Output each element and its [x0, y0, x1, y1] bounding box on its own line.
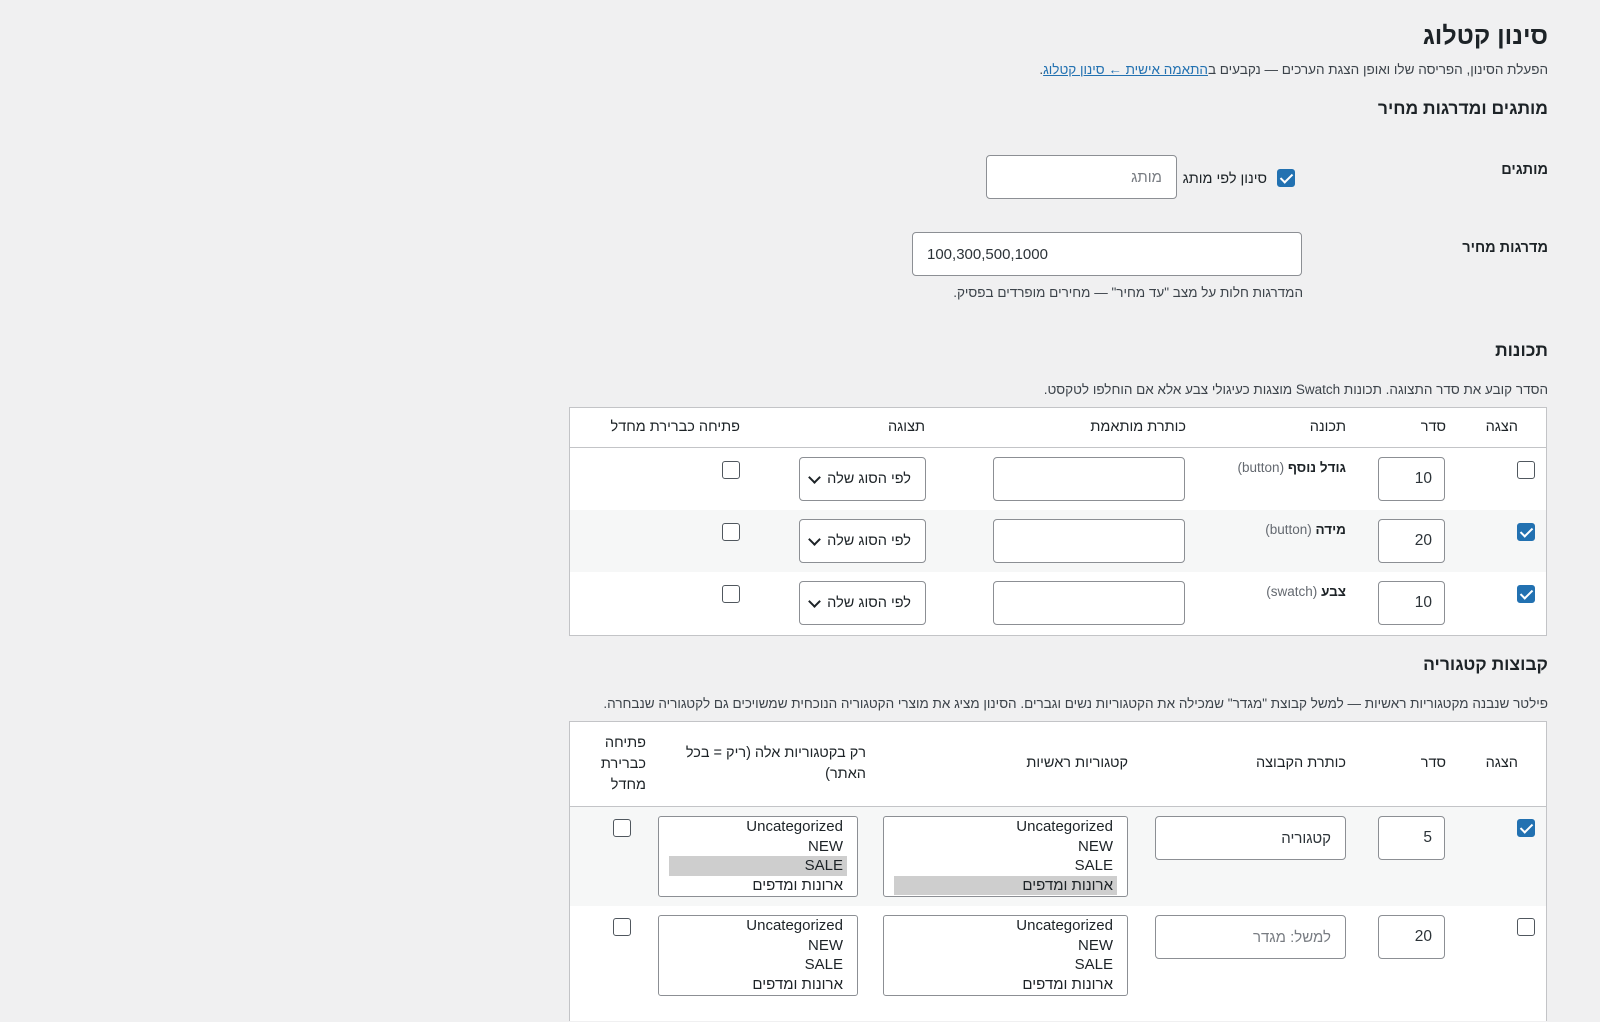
- price-steps-help: המדרגות חלות על מצב "עד מחיר" — מחירים מ…: [953, 285, 1303, 300]
- listbox-option[interactable]: NEW: [894, 936, 1117, 956]
- attribute-name: מידה (button): [1265, 522, 1346, 537]
- col-open-default: פתיחה כברירת מחדל: [600, 735, 646, 793]
- chevron-down-icon: [808, 470, 821, 484]
- display-select-value: לפי הסוג שלה: [827, 595, 911, 611]
- order-input[interactable]: [1378, 816, 1445, 860]
- price-steps-input[interactable]: [912, 232, 1302, 276]
- attribute-type: (button): [1237, 460, 1285, 475]
- parent-categories-listbox[interactable]: Uncategorized NEW SALE ארונות ומדפים: [883, 816, 1128, 897]
- attributes-description: הסדר קובע את סדר התצוגה. תכונות Swatch מ…: [1043, 382, 1548, 397]
- listbox-option[interactable]: NEW: [669, 837, 847, 857]
- page-description-prefix: הפעלת הסינון, הפריסה שלו ואופן הצגת הערכ…: [1207, 62, 1548, 77]
- attribute-name: צבע (swatch): [1266, 584, 1346, 599]
- listbox-option[interactable]: SALE: [669, 955, 847, 975]
- show-checkbox[interactable]: [1517, 918, 1535, 936]
- col-custom-title: כותרת מותאמת: [1090, 419, 1186, 435]
- attribute-type: (button): [1265, 522, 1312, 537]
- listbox-option[interactable]: Uncategorized: [669, 817, 847, 837]
- col-show: הצגה: [1485, 755, 1518, 771]
- open-default-checkbox[interactable]: [722, 585, 740, 603]
- brands-price-heading: מותגים ומדרגות מחיר: [1377, 98, 1548, 118]
- custom-title-input[interactable]: [993, 519, 1185, 563]
- attributes-heading: תכונות: [1495, 340, 1548, 360]
- customizer-link[interactable]: התאמה אישית ← סינון קטלוג: [1043, 62, 1208, 77]
- chevron-down-icon: [808, 532, 821, 546]
- category-groups-heading: קבוצות קטגוריה: [1423, 654, 1548, 674]
- order-input[interactable]: [1378, 519, 1445, 563]
- listbox-option-selected[interactable]: ארונות ומדפים: [894, 875, 1117, 895]
- display-select[interactable]: לפי הסוג שלה: [799, 581, 926, 625]
- order-input[interactable]: [1378, 457, 1445, 501]
- listbox-option[interactable]: NEW: [894, 837, 1117, 857]
- listbox-option[interactable]: ארונות ומדפים: [669, 975, 847, 995]
- custom-title-input[interactable]: [993, 581, 1185, 625]
- open-default-checkbox[interactable]: [722, 523, 740, 541]
- price-steps-label: מדרגות מחיר: [1462, 240, 1548, 256]
- listbox-option[interactable]: ארונות ומדפים: [669, 876, 847, 896]
- show-checkbox[interactable]: [1517, 585, 1535, 603]
- show-checkbox[interactable]: [1517, 819, 1535, 837]
- attribute-type: (swatch): [1266, 584, 1318, 599]
- table-row: צבע (swatch) לפי הסוג שלה: [570, 572, 1546, 635]
- group-title-input[interactable]: [1155, 816, 1346, 860]
- page-title: סינון קטלוג: [1422, 22, 1548, 50]
- table-row: Uncategorized NEW SALE ארונות ומדפים Unc…: [570, 807, 1546, 906]
- table-row: Uncategorized NEW SALE ארונות ומדפים Unc…: [570, 906, 1546, 1022]
- display-select[interactable]: לפי הסוג שלה: [799, 519, 926, 563]
- listbox-option[interactable]: SALE: [894, 856, 1117, 876]
- brand-filter-checkbox[interactable]: [1277, 169, 1295, 187]
- col-display: תצוגה: [887, 419, 925, 435]
- only-in-categories-listbox[interactable]: Uncategorized NEW SALE ארונות ומדפים: [658, 816, 858, 897]
- attribute-name: גודל נוסף (button): [1237, 460, 1346, 475]
- display-select-value: לפי הסוג שלה: [827, 533, 911, 549]
- listbox-option[interactable]: NEW: [669, 936, 847, 956]
- display-select-value: לפי הסוג שלה: [827, 471, 911, 487]
- open-default-checkbox[interactable]: [722, 461, 740, 479]
- order-input[interactable]: [1378, 581, 1445, 625]
- table-row: מידה (button) לפי הסוג שלה: [570, 510, 1546, 572]
- open-default-checkbox[interactable]: [613, 918, 631, 936]
- col-group-title: כותרת הקבוצה: [1255, 755, 1346, 771]
- listbox-option-selected[interactable]: SALE: [669, 856, 847, 876]
- listbox-option[interactable]: Uncategorized: [894, 916, 1117, 936]
- col-only-in: רק בקטגוריות אלה (ריק = בכל האתר): [685, 745, 866, 782]
- show-checkbox[interactable]: [1517, 523, 1535, 541]
- listbox-option[interactable]: Uncategorized: [894, 817, 1117, 837]
- category-groups-table: הצגה סדר כותרת הקבוצה קטגוריות ראשיות רק…: [569, 721, 1547, 1021]
- order-input[interactable]: [1378, 915, 1445, 959]
- col-parent-categories: קטגוריות ראשיות: [1026, 755, 1128, 771]
- listbox-option[interactable]: ארונות ומדפים: [894, 975, 1117, 995]
- col-show: הצגה: [1485, 419, 1518, 435]
- category-groups-description: פילטר שנבנה מקטגוריות ראשיות — למשל קבוצ…: [603, 696, 1548, 711]
- group-title-input[interactable]: [1155, 915, 1346, 959]
- listbox-option[interactable]: Uncategorized: [669, 916, 847, 936]
- col-order: סדר: [1420, 419, 1446, 435]
- col-attribute: תכונה: [1309, 419, 1346, 435]
- col-order: סדר: [1420, 755, 1446, 771]
- brand-input[interactable]: [986, 155, 1177, 199]
- table-row: גודל נוסף (button) לפי הסוג שלה: [570, 448, 1546, 510]
- only-in-categories-listbox[interactable]: Uncategorized NEW SALE ארונות ומדפים: [658, 915, 858, 996]
- show-checkbox[interactable]: [1517, 461, 1535, 479]
- parent-categories-listbox[interactable]: Uncategorized NEW SALE ארונות ומדפים: [883, 915, 1128, 996]
- brand-filter-label: סינון לפי מותג: [1182, 171, 1267, 187]
- page-description: הפעלת הסינון, הפריסה שלו ואופן הצגת הערכ…: [1039, 62, 1548, 77]
- chevron-down-icon: [808, 594, 821, 608]
- brands-label: מותגים: [1501, 162, 1548, 178]
- col-open-default: פתיחה כברירת מחדל: [610, 419, 740, 435]
- attributes-table: הצגה סדר תכונה כותרת מותאמת תצוגה פתיחה …: [569, 407, 1547, 636]
- open-default-checkbox[interactable]: [613, 819, 631, 837]
- custom-title-input[interactable]: [993, 457, 1185, 501]
- display-select[interactable]: לפי הסוג שלה: [799, 457, 926, 501]
- listbox-option[interactable]: SALE: [894, 955, 1117, 975]
